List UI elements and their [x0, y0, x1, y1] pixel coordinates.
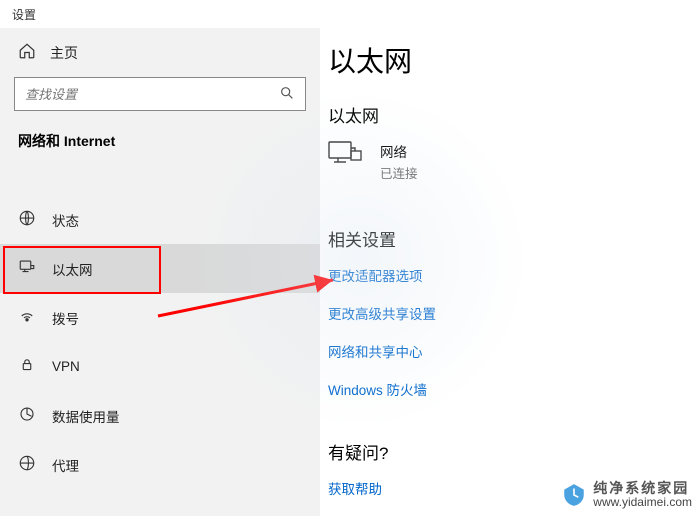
sidebar-item-data-usage[interactable]: 数据使用量 [0, 391, 320, 440]
proxy-icon [18, 454, 36, 475]
sidebar-item-dialup[interactable]: 拨号 [0, 293, 320, 342]
sidebar-item-label: 以太网 [52, 259, 93, 279]
sidebar-item-label: 数据使用量 [52, 406, 120, 426]
related-settings-title: 相关设置 [328, 226, 698, 251]
help-title: 有疑问? [328, 439, 698, 464]
link-firewall[interactable]: Windows 防火墙 [328, 379, 698, 399]
search-icon [279, 85, 295, 104]
sidebar-section-title: 网络和 Internet [0, 125, 320, 161]
dialup-icon [18, 307, 36, 328]
sidebar-item-label: 状态 [52, 210, 79, 230]
watermark-logo: 纯净系统家园 www.yidaimei.com [561, 480, 692, 510]
sidebar-item-ethernet[interactable]: 以太网 [0, 244, 320, 293]
vpn-icon [18, 356, 36, 377]
sidebar: 主页 网络和 Internet 状态 以太网 拨号 [0, 28, 320, 516]
monitor-icon [328, 141, 362, 172]
network-status: 已连接 [380, 163, 418, 182]
home-nav[interactable]: 主页 [0, 28, 320, 77]
watermark-url: www.yidaimei.com [593, 496, 692, 510]
network-section-title: 以太网 [328, 102, 698, 127]
main-content: 以太网 以太网 网络 已连接 相关设置 更改适配器选项 更改高级共享设置 网络和… [320, 28, 698, 516]
sidebar-item-label: 代理 [52, 455, 79, 475]
data-usage-icon [18, 405, 36, 426]
page-title: 以太网 [328, 40, 698, 80]
window-title: 设置 [0, 0, 698, 28]
sidebar-item-label: 拨号 [52, 308, 79, 328]
sidebar-item-status[interactable]: 状态 [0, 195, 320, 244]
home-label: 主页 [50, 43, 78, 63]
network-name: 网络 [380, 141, 418, 161]
watermark-brand: 纯净系统家园 [593, 480, 692, 496]
search-field[interactable] [25, 87, 279, 102]
search-input[interactable] [14, 77, 306, 111]
sidebar-nav: 状态 以太网 拨号 VPN 数据使用量 代理 [0, 195, 320, 489]
ethernet-icon [18, 258, 36, 279]
network-status-block[interactable]: 网络 已连接 [328, 141, 698, 182]
link-change-adapter[interactable]: 更改适配器选项 [328, 265, 698, 285]
sidebar-item-vpn[interactable]: VPN [0, 342, 320, 391]
status-icon [18, 209, 36, 230]
home-icon [18, 42, 36, 63]
sidebar-item-label: VPN [52, 359, 80, 374]
link-network-center[interactable]: 网络和共享中心 [328, 341, 698, 361]
link-advanced-sharing[interactable]: 更改高级共享设置 [328, 303, 698, 323]
sidebar-item-proxy[interactable]: 代理 [0, 440, 320, 489]
